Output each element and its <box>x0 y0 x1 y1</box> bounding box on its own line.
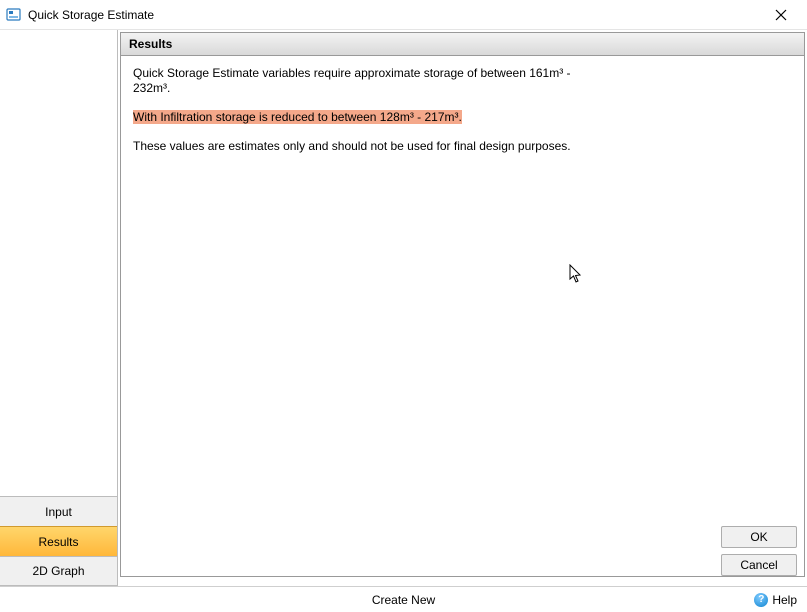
content-area: Results Quick Storage Estimate variables… <box>118 30 807 586</box>
help-label: Help <box>772 593 797 607</box>
button-label: Cancel <box>740 558 777 572</box>
window-title: Quick Storage Estimate <box>28 8 154 22</box>
highlight-text: With Infiltration storage is reduced to … <box>133 110 462 124</box>
statusbar: Create New ? Help <box>0 586 807 612</box>
tab-label: Results <box>38 535 78 549</box>
tab-label: Input <box>45 505 72 519</box>
button-label: OK <box>750 530 767 544</box>
main-area: Input Results 2D Graph Results Quick Sto… <box>0 30 807 586</box>
panel-body: Quick Storage Estimate variables require… <box>121 56 591 178</box>
tab-2d-graph[interactable]: 2D Graph <box>0 556 117 586</box>
help-link[interactable]: ? Help <box>754 593 797 607</box>
sidebar-spacer <box>0 30 117 496</box>
results-text-highlight: With Infiltration storage is reduced to … <box>133 110 579 125</box>
results-text-3: These values are estimates only and shou… <box>133 139 579 154</box>
results-text-1: Quick Storage Estimate variables require… <box>133 66 579 96</box>
tab-input[interactable]: Input <box>0 496 117 526</box>
ok-button[interactable]: OK <box>721 526 797 548</box>
dialog-buttons: OK Cancel <box>721 526 797 576</box>
panel-header: Results <box>121 33 804 56</box>
create-new-link[interactable]: Create New <box>372 593 435 607</box>
app-icon <box>6 7 22 23</box>
close-button[interactable] <box>761 1 801 29</box>
sidebar: Input Results 2D Graph <box>0 30 118 586</box>
titlebar: Quick Storage Estimate <box>0 0 807 30</box>
help-icon: ? <box>754 593 768 607</box>
results-panel: Results Quick Storage Estimate variables… <box>120 32 805 577</box>
tab-results[interactable]: Results <box>0 526 117 556</box>
tab-label: 2D Graph <box>32 564 84 578</box>
cancel-button[interactable]: Cancel <box>721 554 797 576</box>
